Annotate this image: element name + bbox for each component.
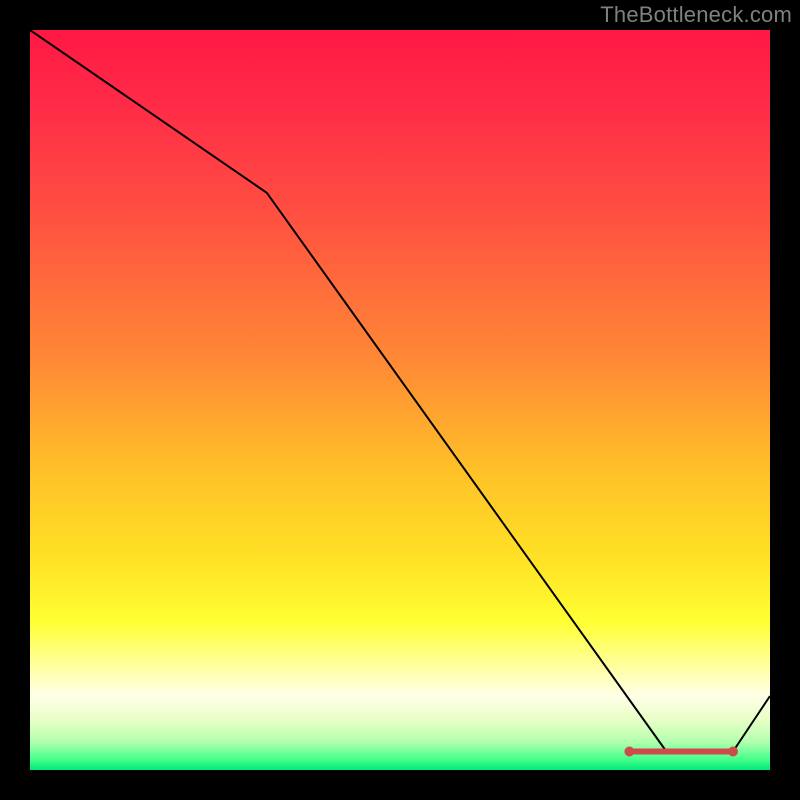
fit-segment-dot (723, 749, 729, 755)
fit-segment-dot (728, 747, 738, 757)
fit-segment-dot (684, 749, 690, 755)
fit-segment-dot (675, 749, 681, 755)
chart-overlay-svg (30, 30, 770, 770)
fit-segment-dot (624, 747, 634, 757)
fit-segment-dot (665, 749, 671, 755)
fit-segment-dot (713, 749, 719, 755)
fit-segment-dot (646, 749, 652, 755)
curve-path (30, 30, 770, 752)
attribution-label: TheBottleneck.com (600, 2, 792, 28)
plot-area (30, 30, 770, 770)
fit-segment-dot (636, 749, 642, 755)
fit-segment-dot (655, 749, 661, 755)
bottleneck-curve (30, 30, 770, 752)
fit-marker-segment (624, 747, 738, 757)
chart-frame: TheBottleneck.com (0, 0, 800, 800)
fit-segment-dot (694, 749, 700, 755)
fit-segment-dot (703, 749, 709, 755)
